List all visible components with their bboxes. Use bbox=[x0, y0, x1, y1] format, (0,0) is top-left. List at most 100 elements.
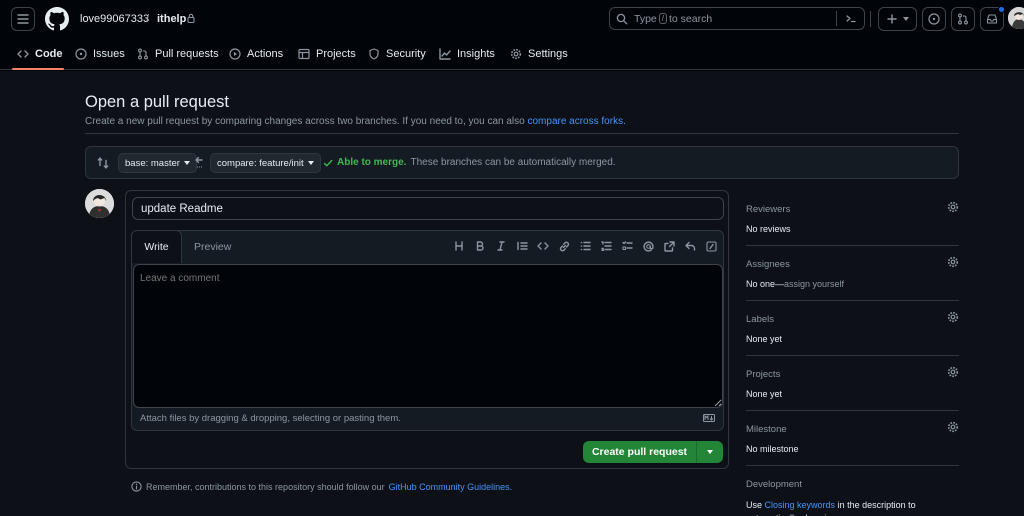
assignees-value: No one—assign yourself bbox=[746, 279, 959, 289]
shield-icon bbox=[369, 48, 379, 60]
search-input[interactable]: Type / to search bbox=[609, 7, 865, 30]
tab-security[interactable]: Security bbox=[368, 38, 426, 70]
create-new-button[interactable] bbox=[878, 7, 917, 31]
tab-actions[interactable]: Actions bbox=[229, 38, 283, 70]
tab-issues[interactable]: Issues bbox=[75, 38, 125, 70]
comment-textarea[interactable] bbox=[133, 264, 723, 408]
chevron-down-icon bbox=[307, 161, 314, 165]
issues-button[interactable] bbox=[922, 7, 946, 31]
merge-status: Able to merge. These branches can be aut… bbox=[323, 157, 616, 168]
tab-write[interactable]: Write bbox=[131, 230, 182, 263]
milestone-section: Milestone No milestone bbox=[746, 421, 959, 454]
projects-section: Projects None yet bbox=[746, 366, 959, 399]
gear-icon bbox=[510, 48, 522, 60]
branch-compare-bar: base: master compare: feature/init Able … bbox=[85, 146, 959, 179]
graph-icon bbox=[439, 48, 451, 60]
reviewers-title[interactable]: Reviewers bbox=[746, 204, 959, 215]
link-icon[interactable] bbox=[558, 239, 570, 253]
compare-branch-select[interactable]: compare: feature/init bbox=[210, 153, 321, 173]
create-options-dropdown[interactable] bbox=[697, 450, 723, 454]
tab-projects-label: Projects bbox=[316, 48, 356, 60]
tab-pull-requests-label: Pull requests bbox=[155, 48, 219, 60]
compare-arrows-icon bbox=[97, 157, 109, 169]
gear-icon[interactable] bbox=[947, 366, 959, 378]
reply-icon[interactable] bbox=[684, 239, 696, 253]
page-title: Open a pull request bbox=[85, 93, 230, 111]
reference-icon[interactable] bbox=[663, 239, 675, 253]
community-guidelines-link[interactable]: GitHub Community Guidelines. bbox=[389, 482, 513, 492]
merge-status-ok: Able to merge. bbox=[337, 157, 407, 168]
ordered-list-icon[interactable] bbox=[600, 239, 612, 253]
check-icon bbox=[323, 159, 333, 166]
tab-settings[interactable]: Settings bbox=[510, 38, 568, 70]
issue-icon bbox=[75, 48, 87, 60]
closing-keywords-link[interactable]: Closing keywords bbox=[765, 500, 836, 510]
tab-settings-label: Settings bbox=[528, 48, 568, 60]
create-pull-request-button[interactable]: Create pull request bbox=[583, 441, 723, 463]
tab-insights[interactable]: Insights bbox=[439, 38, 495, 70]
gear-icon[interactable] bbox=[947, 311, 959, 323]
github-logo-icon[interactable] bbox=[45, 7, 69, 31]
tab-code[interactable]: Code bbox=[17, 38, 63, 70]
sidebar-divider bbox=[746, 300, 959, 301]
labels-section: Labels None yet bbox=[746, 311, 959, 344]
base-branch-label: base: master bbox=[125, 157, 180, 169]
bold-icon[interactable] bbox=[474, 239, 486, 253]
user-avatar[interactable] bbox=[1008, 7, 1024, 29]
italic-icon[interactable] bbox=[495, 239, 507, 253]
title-field[interactable] bbox=[132, 197, 724, 220]
code-icon[interactable] bbox=[537, 239, 549, 253]
command-palette-icon[interactable] bbox=[844, 12, 858, 25]
base-branch-select[interactable]: base: master bbox=[118, 153, 197, 173]
assignees-title[interactable]: Assignees bbox=[746, 259, 959, 270]
notification-dot bbox=[998, 6, 1005, 13]
search-suffix: to search bbox=[669, 12, 713, 25]
labels-title[interactable]: Labels bbox=[746, 314, 959, 325]
tab-actions-label: Actions bbox=[247, 48, 284, 60]
title-divider bbox=[85, 133, 959, 134]
global-header: love99067333 / ithelp Type / to search C… bbox=[0, 0, 1024, 70]
development-value: Use Closing keywords in the description … bbox=[746, 499, 959, 516]
development-prefix: Use bbox=[746, 500, 763, 510]
sidebar-divider bbox=[746, 245, 959, 246]
tab-security-label: Security bbox=[386, 48, 426, 60]
arrow-left-icon bbox=[195, 156, 203, 168]
gear-icon[interactable] bbox=[947, 421, 959, 433]
labels-value: None yet bbox=[746, 334, 783, 344]
breadcrumb-separator: / bbox=[146, 13, 150, 25]
tab-preview[interactable]: Preview bbox=[194, 231, 231, 263]
sidebar-divider bbox=[746, 355, 959, 356]
compare-forks-link[interactable]: compare across forks. bbox=[527, 116, 625, 127]
header-divider bbox=[870, 11, 871, 27]
create-pull-request-label: Create pull request bbox=[591, 446, 688, 458]
milestone-value: No milestone bbox=[746, 444, 799, 454]
slash-command-icon[interactable] bbox=[705, 239, 717, 253]
projects-title[interactable]: Projects bbox=[746, 369, 959, 380]
milestone-title[interactable]: Milestone bbox=[746, 424, 959, 435]
tab-projects[interactable]: Projects bbox=[298, 38, 356, 70]
menu-button[interactable] bbox=[11, 7, 35, 31]
unordered-list-icon[interactable] bbox=[579, 239, 591, 253]
author-avatar[interactable] bbox=[85, 189, 114, 218]
attach-files-hint[interactable]: Attach files by dragging & dropping, sel… bbox=[140, 413, 401, 424]
heading-icon[interactable] bbox=[453, 239, 465, 253]
gear-icon[interactable] bbox=[947, 201, 959, 213]
inbox-icon bbox=[986, 14, 998, 24]
search-prefix: Type bbox=[634, 12, 657, 25]
breadcrumb-owner[interactable]: love99067333 bbox=[80, 13, 149, 25]
tab-pull-requests[interactable]: Pull requests bbox=[137, 38, 219, 70]
play-icon bbox=[229, 48, 241, 60]
tab-issues-label: Issues bbox=[93, 48, 125, 60]
markdown-icon bbox=[703, 414, 715, 422]
mention-icon[interactable] bbox=[642, 239, 654, 253]
breadcrumb-repo[interactable]: ithelp bbox=[157, 13, 186, 25]
pull-requests-button[interactable] bbox=[951, 7, 975, 31]
code-icon bbox=[17, 50, 29, 58]
assign-yourself-link[interactable]: assign yourself bbox=[784, 279, 844, 289]
comment-editor: Write Preview Attach files by dragging &… bbox=[131, 230, 724, 431]
gear-icon[interactable] bbox=[947, 256, 959, 268]
quote-icon[interactable] bbox=[516, 239, 528, 253]
tab-code-label: Code bbox=[35, 48, 63, 60]
task-list-icon[interactable] bbox=[621, 239, 633, 253]
chevron-down-icon bbox=[707, 450, 713, 454]
